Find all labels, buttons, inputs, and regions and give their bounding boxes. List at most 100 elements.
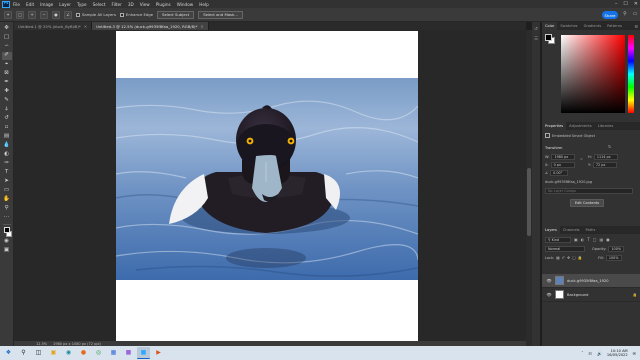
pixel-filter-icon[interactable]: ▣ <box>574 237 578 242</box>
menu-3d[interactable]: 3D <box>128 2 134 7</box>
menu-image[interactable]: Image <box>40 2 53 7</box>
photoshop-logo[interactable]: Ps <box>2 0 10 8</box>
screen-mode-icon[interactable]: ▣ <box>2 247 12 255</box>
clock[interactable]: 10:10 AM 16/05/2022 <box>607 349 628 358</box>
menu-help[interactable]: Help <box>199 2 209 7</box>
quick-selection-tool-icon[interactable]: ✦ <box>4 10 12 19</box>
lock-all-icon[interactable]: 🔒 <box>578 255 583 260</box>
type-tool-icon[interactable]: T <box>2 169 12 177</box>
firefox-icon[interactable]: ● <box>77 347 90 359</box>
panel-menu-icon[interactable]: ☰ <box>634 24 638 29</box>
menu-plugins[interactable]: Plugins <box>156 2 171 7</box>
blur-tool-icon[interactable]: 💧 <box>2 142 12 150</box>
enhance-edge-checkbox[interactable]: Enhance Edge <box>119 12 153 17</box>
select-and-mask-button[interactable]: Select and Mask... <box>198 10 243 19</box>
subtract-from-selection-icon[interactable]: − <box>40 10 48 19</box>
photoshop-icon[interactable]: ■ <box>137 347 150 359</box>
edge-icon[interactable]: ◉ <box>62 347 75 359</box>
checkbox-box[interactable] <box>76 12 80 17</box>
lock-paint-icon[interactable]: ✐ <box>562 255 565 260</box>
tab-paths[interactable]: Paths <box>583 226 599 234</box>
brush-tool-icon[interactable]: ✎ <box>2 97 12 105</box>
foreground-color-swatch[interactable] <box>3 227 10 233</box>
tab-patterns[interactable]: Patterns <box>604 22 625 30</box>
pen-tool-icon[interactable]: ✑ <box>2 160 12 168</box>
move-tool-icon[interactable]: ✥ <box>2 25 12 33</box>
menu-file[interactable]: File <box>13 2 20 7</box>
workspace-icon[interactable]: ▭ <box>632 10 638 18</box>
maximize-icon[interactable]: ☐ <box>623 1 627 7</box>
more-tools-icon[interactable]: ⋯ <box>2 214 12 222</box>
clone-stamp-icon[interactable]: ⍋ <box>2 106 12 114</box>
eyedropper-tool-icon[interactable]: ✒ <box>2 79 12 87</box>
search-icon[interactable]: ⚲ <box>17 347 30 359</box>
zoom-tool-icon[interactable]: ⚲ <box>2 205 12 213</box>
windows-start-icon[interactable]: ❖ <box>2 347 15 359</box>
file-explorer-icon[interactable]: ▣ <box>47 347 60 359</box>
tab-untitled-3[interactable]: Untitled-3 @ 12.5% (duck-g9935f8faa_1920… <box>92 22 209 30</box>
link-icon[interactable]: ∞ <box>580 157 583 161</box>
smart-filter-icon[interactable]: ▦ <box>600 237 604 242</box>
tab-adjustments[interactable]: Adjustments <box>566 122 595 130</box>
close-icon[interactable]: × <box>200 24 203 29</box>
lasso-tool-icon[interactable]: ∽ <box>2 43 12 51</box>
tab-swatches[interactable]: Swatches <box>557 22 580 30</box>
layer-row-background[interactable]: 👁 Background 🔒 <box>542 288 640 302</box>
minimize-icon[interactable]: – <box>615 1 618 7</box>
share-button[interactable]: Share <box>602 11 618 19</box>
tab-layers[interactable]: Layers <box>542 226 560 234</box>
scrollbar-thumb[interactable] <box>527 168 531 236</box>
notification-icon[interactable]: ✉ <box>633 351 636 356</box>
history-icon[interactable]: ↺ <box>533 26 539 32</box>
close-icon[interactable]: × <box>84 24 87 29</box>
menu-select[interactable]: Select <box>93 2 106 7</box>
quick-mask-icon[interactable]: ◉ <box>2 238 12 246</box>
media-player-icon[interactable]: ▶ <box>152 347 165 359</box>
menu-layer[interactable]: Layer <box>59 2 71 7</box>
menu-window[interactable]: Window <box>177 2 194 7</box>
menu-type[interactable]: Type <box>77 2 87 7</box>
lock-pixels-icon[interactable]: ▦ <box>556 255 560 260</box>
brush-size-icon[interactable]: ● <box>52 10 60 19</box>
rectangle-tool-icon[interactable]: ▭ <box>2 187 12 195</box>
layer-comps-select[interactable]: No Layer Comps <box>545 188 633 194</box>
tab-properties[interactable]: Properties <box>542 122 567 130</box>
menu-view[interactable]: View <box>140 2 150 7</box>
menu-filter[interactable]: Filter <box>111 2 121 7</box>
crop-tool-icon[interactable]: ⌖ <box>2 61 12 69</box>
reset-transform-icon[interactable]: ↻ <box>608 144 611 149</box>
lock-artboard-icon[interactable]: □ <box>572 255 576 260</box>
width-field[interactable]: 1980 px <box>551 154 576 160</box>
close-icon[interactable]: ✕ <box>634 1 638 7</box>
volume-icon[interactable]: 🔊 <box>597 351 602 356</box>
eraser-tool-icon[interactable]: ▫ <box>2 124 12 132</box>
lock-position-icon[interactable]: ✥ <box>567 255 570 260</box>
premiere-icon[interactable]: ■ <box>122 347 135 359</box>
edit-contents-button[interactable]: Edit Contents <box>570 199 604 207</box>
dodge-tool-icon[interactable]: ◐ <box>2 151 12 159</box>
x-field[interactable]: 0 px <box>550 162 575 168</box>
tab-color[interactable]: Color <box>542 22 558 30</box>
tab-libraries[interactable]: Libraries <box>595 122 617 130</box>
adjustment-filter-icon[interactable]: ◐ <box>581 237 585 242</box>
tab-channels[interactable]: Channels <box>560 226 583 234</box>
tab-untitled-1[interactable]: Untitled-1 @ 25% (duck_ByBi/8)* × <box>14 22 93 30</box>
tab-gradients[interactable]: Gradients <box>581 22 605 30</box>
filter-toggle-icon[interactable]: ● <box>606 237 610 242</box>
sample-all-layers-checkbox[interactable]: Sample All Layers <box>76 12 116 17</box>
gradient-tool-icon[interactable]: ▤ <box>2 133 12 141</box>
duck-photo[interactable] <box>116 78 418 280</box>
hue-slider[interactable] <box>628 35 634 113</box>
visibility-eye-icon[interactable]: 👁 <box>546 278 552 283</box>
frame-tool-icon[interactable]: ⊠ <box>2 70 12 78</box>
menu-edit[interactable]: Edit <box>26 2 34 7</box>
color-field[interactable] <box>561 35 625 113</box>
search-icon[interactable]: ⚲ <box>622 10 628 18</box>
checkbox-box[interactable] <box>119 12 124 17</box>
layer-filter-kind[interactable]: ⚲ Kind <box>545 237 571 243</box>
type-filter-icon[interactable]: T <box>587 237 589 242</box>
visibility-eye-icon[interactable]: 👁 <box>546 292 552 297</box>
tray-chevron-icon[interactable]: ˆ <box>581 351 583 356</box>
brush-angle-icon[interactable]: ∠ <box>64 10 72 19</box>
chrome-icon[interactable]: ◎ <box>92 347 105 359</box>
